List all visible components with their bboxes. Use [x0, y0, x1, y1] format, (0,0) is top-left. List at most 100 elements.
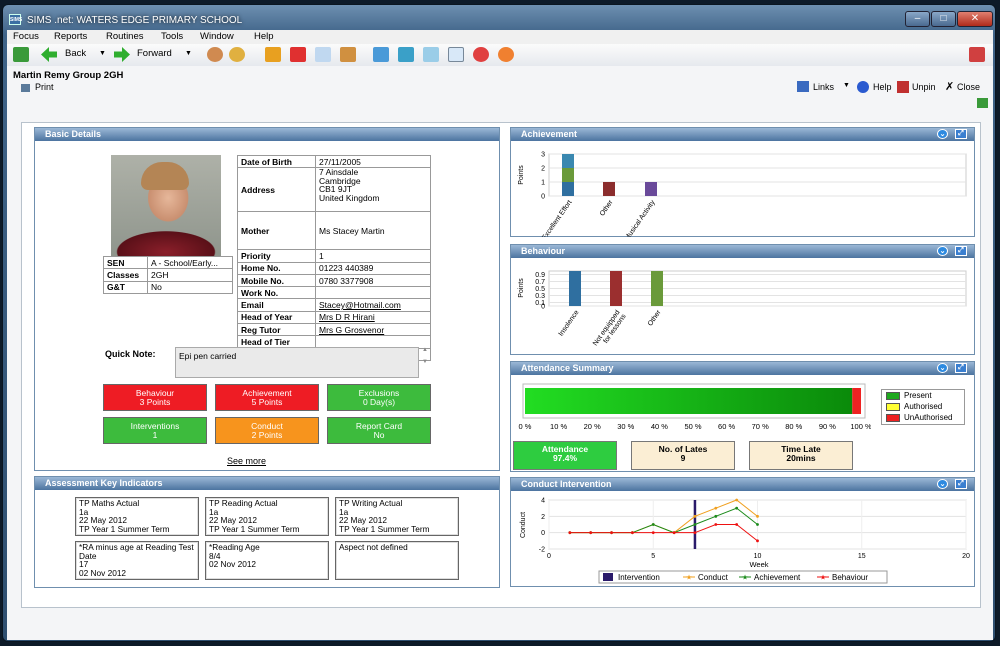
- row-key: G&T: [103, 280, 148, 294]
- x-tick-label: 70 %: [752, 422, 769, 431]
- x-tick-label: Musical Activity: [624, 199, 657, 237]
- menu-reports[interactable]: Reports: [54, 31, 87, 42]
- x-tick-label: 0 %: [519, 422, 532, 431]
- students-icon[interactable]: [207, 47, 223, 62]
- summary-tile[interactable]: Behaviour 3 Points: [103, 384, 207, 411]
- assessment-box: *RA minus age at Reading Test Date 17 02…: [75, 541, 199, 580]
- assessment-box: TP Maths Actual 1a 22 May 2012 TP Year 1…: [75, 497, 199, 536]
- summary-tile[interactable]: Interventions 1: [103, 417, 207, 444]
- links-dropdown-icon[interactable]: ▼: [843, 82, 850, 89]
- x-tick-label: 15: [858, 553, 866, 560]
- collapse-icon[interactable]: ⌄: [937, 363, 948, 373]
- legend-item: UnAuthorised: [882, 412, 964, 423]
- summary-tile[interactable]: Conduct 2 Points: [215, 417, 319, 444]
- basic-right-table: Date of Birth 27/11/2005 Address 7 Ainsdale…: [237, 154, 431, 361]
- panel-header: Behaviour ⌄ ⤢: [511, 245, 974, 258]
- contacts-icon[interactable]: [229, 47, 245, 62]
- staff-icon[interactable]: [340, 47, 356, 62]
- row-key: Priority: [237, 249, 316, 263]
- row-key: Address: [237, 167, 316, 213]
- alarm-clock-icon[interactable]: [498, 47, 514, 62]
- close-icon[interactable]: ✗: [945, 80, 954, 93]
- data-point: [714, 506, 718, 510]
- bar: [562, 182, 574, 196]
- back-button[interactable]: Back: [65, 48, 86, 59]
- menu-help[interactable]: Help: [254, 31, 274, 42]
- row-key: Email: [237, 298, 316, 312]
- menu-window[interactable]: Window: [200, 31, 234, 42]
- back-dropdown-icon[interactable]: ▼: [99, 50, 106, 57]
- maximize-button[interactable]: □: [931, 11, 956, 27]
- row-value[interactable]: Mrs G Grosvenor: [315, 323, 431, 337]
- x-tick-label: Other: [647, 309, 663, 328]
- data-point: [735, 506, 739, 510]
- row-key: Mother: [237, 211, 316, 251]
- panel-header: Achievement ⌄ ⤢: [511, 128, 974, 141]
- x-tick-label: 50 %: [684, 422, 701, 431]
- help-icon[interactable]: [857, 81, 869, 93]
- tile-value: 3 Points: [139, 397, 171, 407]
- register-icon[interactable]: [448, 47, 464, 62]
- collapse-icon[interactable]: ⌄: [937, 129, 948, 139]
- close-button[interactable]: Close: [957, 82, 980, 92]
- links-icon[interactable]: [797, 81, 809, 92]
- close-window-button[interactable]: ✕: [957, 11, 993, 27]
- x-tick-label: 40 %: [651, 422, 668, 431]
- refresh-icon[interactable]: [13, 47, 29, 62]
- x-tick-label: 80 %: [785, 422, 802, 431]
- expand-icon[interactable]: ⤢: [955, 246, 967, 256]
- menu-tools[interactable]: Tools: [161, 31, 183, 42]
- data-point: [672, 531, 676, 535]
- panel-header: Conduct Intervention ⌄ ⤢: [511, 478, 974, 491]
- expand-icon[interactable]: ⤢: [955, 363, 967, 373]
- x-tick-label: 100 %: [850, 422, 871, 431]
- logout-icon[interactable]: [969, 47, 985, 62]
- calendar-icon[interactable]: [423, 47, 439, 62]
- collapse-icon[interactable]: ⌄: [937, 246, 948, 256]
- panel-header: Assessment Key Indicators: [35, 477, 499, 490]
- y-tick-label: 0: [541, 194, 545, 201]
- expand-icon[interactable]: ⤢: [955, 479, 967, 489]
- panel-header: Basic Details: [35, 128, 499, 141]
- print-button[interactable]: Print: [35, 82, 54, 92]
- attendance-chart: 0 % 10 % 20 % 30 % 40 % 50 % 60 % 70 % 80 % 90 % 1…: [519, 383, 871, 431]
- expand-icon[interactable]: ⤢: [955, 129, 967, 139]
- row-value[interactable]: Stacey@Hotmail.com: [315, 298, 431, 312]
- attendance-summary-box: Attendance 97.4%: [513, 441, 617, 470]
- y-tick-label: 0.1: [535, 300, 545, 307]
- back-arrow-icon[interactable]: [41, 47, 57, 62]
- unpin-icon[interactable]: [897, 81, 909, 93]
- summary-tile[interactable]: Exclusions 0 Day(s): [327, 384, 431, 411]
- links-button[interactable]: Links: [813, 82, 834, 92]
- x-tick-label: Insolence: [558, 309, 581, 338]
- see-more-link[interactable]: See more: [227, 456, 266, 466]
- attendance-panel: Attendance Summary ⌄ ⤢ 0 % 10 % 20 % 30 % 40 …: [510, 361, 975, 472]
- printer-icon[interactable]: [21, 84, 30, 92]
- quick-note-field[interactable]: Epi pen carried: [175, 347, 419, 378]
- timetable-icon[interactable]: [373, 47, 389, 62]
- attendance-summary-box: Time Late 20mins: [749, 441, 853, 470]
- help-button[interactable]: Help: [873, 82, 892, 92]
- minimize-button[interactable]: –: [905, 11, 930, 27]
- quick-note-scrollbar[interactable]: ▲ ▼: [419, 347, 431, 378]
- forward-dropdown-icon[interactable]: ▼: [185, 50, 192, 57]
- summary-tile[interactable]: Report Card No: [327, 417, 431, 444]
- refresh-page-icon[interactable]: [977, 98, 988, 108]
- unpin-button[interactable]: Unpin: [912, 82, 936, 92]
- row-value: 1: [315, 249, 431, 263]
- book-icon[interactable]: [265, 47, 281, 62]
- behaviour-icon[interactable]: [473, 47, 489, 62]
- summary-tile[interactable]: Achievement 5 Points: [215, 384, 319, 411]
- forward-arrow-icon[interactable]: [114, 47, 130, 62]
- row-value[interactable]: Mrs D R Hirani: [315, 310, 431, 325]
- collapse-icon[interactable]: ⌄: [937, 479, 948, 489]
- row-key: Mobile No.: [237, 273, 316, 288]
- sims-app-icon: SIMS: [9, 14, 22, 25]
- forward-button[interactable]: Forward: [137, 48, 172, 59]
- groups-icon[interactable]: [398, 47, 414, 62]
- flag-icon[interactable]: [290, 47, 306, 62]
- menu-focus[interactable]: Focus: [13, 31, 39, 42]
- menu-routines[interactable]: Routines: [106, 31, 144, 42]
- mail-icon[interactable]: [315, 47, 331, 62]
- x-tick-label: 20 %: [584, 422, 601, 431]
